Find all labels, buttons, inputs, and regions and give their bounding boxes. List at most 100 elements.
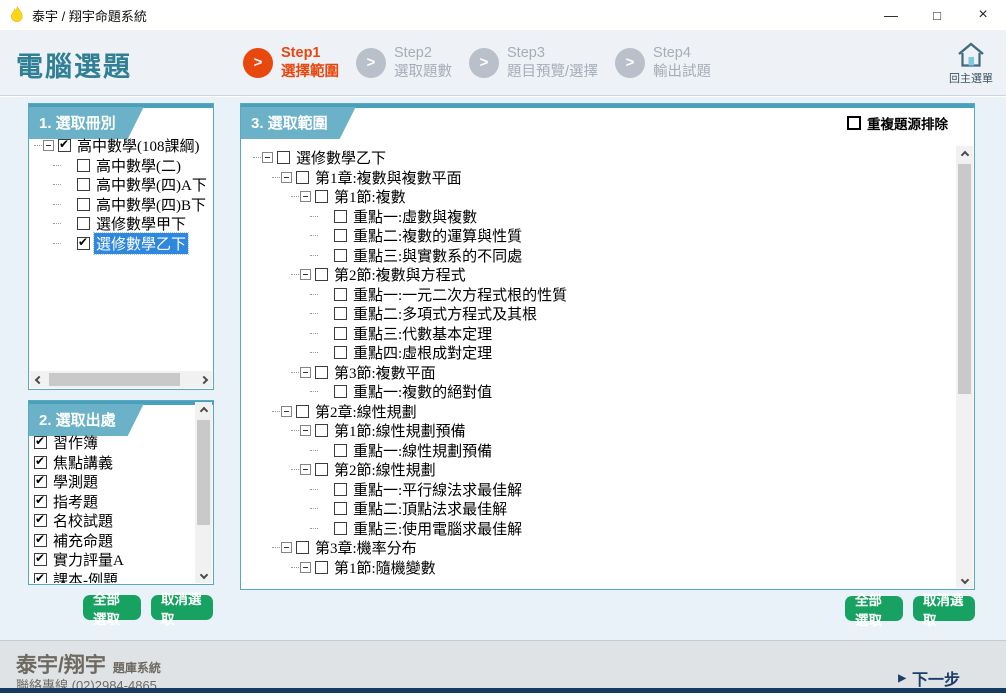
tree-label[interactable]: 重點一:平行線法求最佳解 (351, 479, 524, 500)
tree-row[interactable]: 選修數學乙下 (34, 234, 209, 254)
expander-icon[interactable] (300, 464, 311, 475)
tree-label[interactable]: 重點三:與實數系的不同處 (351, 245, 524, 266)
source-select-all-button[interactable]: 全部選取 (83, 595, 141, 620)
scroll-down-icon[interactable] (956, 571, 973, 588)
checkbox[interactable] (77, 237, 90, 250)
checkbox[interactable] (34, 553, 47, 566)
checkbox[interactable] (34, 456, 47, 469)
checkbox[interactable] (34, 475, 47, 488)
wizard-step[interactable]: > Step4 輸出試題 (615, 44, 711, 82)
horizontal-scrollbar[interactable] (30, 371, 212, 388)
tree-row[interactable]: 選修數學乙下 (253, 148, 952, 168)
tree-label[interactable]: 高中數學(108課綱) (75, 136, 202, 156)
checkbox[interactable] (296, 541, 309, 554)
dedupe-option[interactable]: 重複題源排除 (841, 109, 954, 137)
checkbox[interactable] (277, 151, 290, 164)
list-item[interactable]: 指考題 (34, 492, 193, 512)
wizard-step[interactable]: > Step1 選擇範圍 (243, 44, 339, 82)
expander-icon[interactable] (300, 367, 311, 378)
tree-label[interactable]: 第2章:線性規劃 (313, 401, 419, 422)
tree-row[interactable]: 重點二:頂點法求最佳解 (253, 499, 952, 519)
scroll-right-icon[interactable] (195, 371, 212, 388)
tree-label[interactable]: 高中數學(二) (94, 155, 183, 176)
tree-label[interactable]: 重點三:使用電腦求最佳解 (351, 518, 524, 539)
scrollbar-thumb[interactable] (49, 373, 180, 386)
tree-row[interactable]: 重點三:代數基本定理 (253, 324, 952, 344)
tree-label[interactable]: 第2節:線性規劃 (332, 459, 438, 480)
item-label[interactable]: 課本-例題 (51, 569, 120, 583)
tree-row[interactable]: 第2章:線性規劃 (253, 402, 952, 422)
tree-row[interactable]: 第1章:複數與複數平面 (253, 168, 952, 188)
tree-row[interactable]: 重點一:一元二次方程式根的性質 (253, 285, 952, 305)
checkbox[interactable] (77, 178, 90, 191)
checkbox[interactable] (58, 139, 71, 152)
item-label[interactable]: 學測題 (51, 471, 100, 492)
tree-label[interactable]: 重點一:一元二次方程式根的性質 (351, 284, 569, 305)
expander-icon[interactable] (43, 140, 54, 151)
tree-label[interactable]: 重點一:線性規劃預備 (351, 440, 494, 461)
tree-label[interactable]: 選修數學乙下 (94, 233, 188, 254)
tree-label[interactable]: 重點一:複數的絕對值 (351, 381, 494, 402)
tree-label[interactable]: 重點二:多項式方程式及其根 (351, 303, 539, 324)
checkbox[interactable] (334, 210, 347, 223)
tree-label[interactable]: 第3節:複數平面 (332, 362, 438, 383)
tree-label[interactable]: 第3章:機率分布 (313, 537, 419, 558)
tree-row[interactable]: 重點三:與實數系的不同處 (253, 246, 952, 266)
scrollbar-thumb[interactable] (958, 164, 971, 394)
tree-row[interactable]: 第1節:隨機變數 (253, 558, 952, 578)
checkbox[interactable] (34, 514, 47, 527)
wizard-step[interactable]: > Step2 選取題數 (356, 44, 452, 82)
scrollbar-thumb[interactable] (197, 420, 210, 525)
tree-row[interactable]: 第3章:機率分布 (253, 538, 952, 558)
item-label[interactable]: 名校試題 (51, 510, 115, 531)
checkbox[interactable] (315, 463, 328, 476)
scroll-down-icon[interactable] (195, 566, 212, 583)
checkbox[interactable] (334, 307, 347, 320)
checkbox[interactable] (77, 217, 90, 230)
tree-label[interactable]: 高中數學(四)B下 (94, 194, 208, 215)
source-deselect-all-button[interactable]: 取消選取 (151, 595, 213, 620)
item-label[interactable]: 補充命題 (51, 530, 115, 551)
vertical-scrollbar[interactable] (956, 146, 973, 588)
item-label[interactable]: 焦點講義 (51, 452, 115, 473)
item-label[interactable]: 習作簿 (51, 433, 100, 453)
checkbox[interactable] (334, 522, 347, 535)
tree-row[interactable]: 第3節:複數平面 (253, 363, 952, 383)
expander-icon[interactable] (300, 191, 311, 202)
checkbox[interactable] (296, 171, 309, 184)
checkbox[interactable] (34, 573, 47, 583)
scroll-up-icon[interactable] (195, 402, 212, 419)
checkbox[interactable] (334, 385, 347, 398)
item-label[interactable]: 實力評量A (51, 549, 126, 570)
tree-row[interactable]: 重點二:多項式方程式及其根 (253, 304, 952, 324)
tree-label[interactable]: 重點二:頂點法求最佳解 (351, 498, 509, 519)
tree-row[interactable]: 重點一:線性規劃預備 (253, 441, 952, 461)
scope-select-all-button[interactable]: 全部選取 (845, 596, 903, 621)
checkbox[interactable] (334, 229, 347, 242)
tree-row[interactable]: 重點二:複數的運算與性質 (253, 226, 952, 246)
list-item[interactable]: 焦點講義 (34, 453, 193, 473)
tree-label[interactable]: 重點四:虛根成對定理 (351, 342, 494, 363)
next-step-button[interactable]: ▶ 下一步 (898, 666, 960, 690)
tree-row[interactable]: 選修數學甲下 (34, 214, 209, 234)
tree-label[interactable]: 選修數學甲下 (94, 213, 188, 234)
tree-label[interactable]: 第1章:複數與複數平面 (313, 167, 464, 188)
checkbox[interactable] (296, 405, 309, 418)
tree-row[interactable]: 第1節:線性規劃預備 (253, 421, 952, 441)
checkbox[interactable] (334, 444, 347, 457)
expander-icon[interactable] (262, 152, 273, 163)
checkbox[interactable] (334, 502, 347, 515)
tree-row[interactable]: 重點四:虛根成對定理 (253, 343, 952, 363)
tree-row[interactable]: 重點一:平行線法求最佳解 (253, 480, 952, 500)
tree-label[interactable]: 高中數學(四)A下 (94, 174, 209, 195)
checkbox[interactable] (334, 249, 347, 262)
list-item[interactable]: 習作簿 (34, 433, 193, 453)
checkbox[interactable] (334, 288, 347, 301)
expander-icon[interactable] (300, 269, 311, 280)
checkbox[interactable] (34, 436, 47, 449)
home-menu-button[interactable]: 回主選單 (949, 41, 993, 86)
maximize-button[interactable]: □ (914, 0, 960, 30)
expander-icon[interactable] (300, 562, 311, 573)
scroll-left-icon[interactable] (30, 371, 47, 388)
wizard-step[interactable]: > Step3 題目預覽/選擇 (469, 44, 598, 82)
